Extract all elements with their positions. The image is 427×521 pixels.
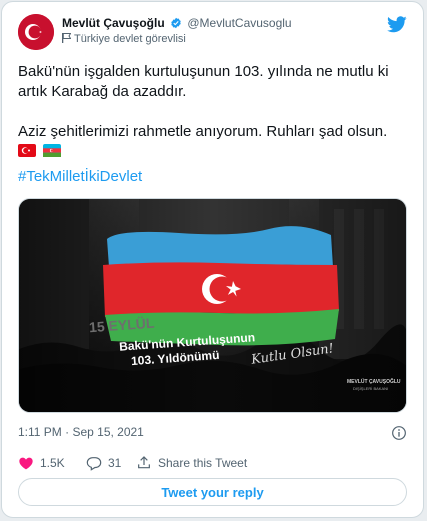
turkey-flag-avatar-icon [18,14,54,50]
media-signature-title: DIŞİŞLERİ BAKANI [353,386,389,391]
tweet-paragraph-1: Bakü'nün işgalden kurtuluşunun 103. yılı… [18,63,389,100]
tweet-image[interactable]: 15 EYLÜL Bakü'nün Kurtuluşunun 103. Yıld… [18,198,407,413]
like-action[interactable]: 1.5K [18,455,65,471]
share-label: Share this Tweet [158,456,248,470]
share-action[interactable]: Share this Tweet [136,455,247,471]
government-label: Türkiye devlet görevlisi [62,33,186,45]
tweet-your-reply-button[interactable]: Tweet your reply [18,478,407,506]
avatar[interactable] [18,14,54,50]
like-count: 1.5K [40,456,65,470]
government-label-text: Türkiye devlet görevlisi [74,33,186,45]
author-name[interactable]: Mevlüt Çavuşoğlu [62,16,165,30]
azerbaijan-flag-emoji-icon [43,144,62,157]
author-row: Mevlüt Çavuşoğlu @MevlutCavusoglu [62,16,292,30]
hashtag-link[interactable]: #TekMilletİkiDevlet [18,168,142,185]
tweet-text: Bakü'nün işgalden kurtuluşunun 103. yılı… [18,62,407,159]
flag-icon [62,33,71,43]
info-icon[interactable] [391,425,407,441]
media-signature-name: MEVLÜT ÇAVUŞOĞLU [347,379,401,385]
heart-icon [19,457,33,470]
author-handle[interactable]: @MevlutCavusoglu [187,16,291,30]
turkey-flag-emoji-icon [18,144,36,157]
flag-emojis [18,144,407,159]
tweet-card: Mevlüt Çavuşoğlu @MevlutCavusoglu Türkiy… [1,1,424,518]
tweet-paragraph-2: Aziz şehitlerimizi rahmetle anıyorum. Ru… [18,123,388,140]
share-icon [138,456,150,469]
tweet-actions: 1.5K 31 Share this Tweet [18,455,407,473]
tweet-header: Mevlüt Çavuşoğlu @MevlutCavusoglu Türkiy… [18,14,407,50]
tweet-timestamp[interactable]: 1:11 PM · Sep 15, 2021 [18,425,144,439]
twitter-bird-icon[interactable] [387,16,407,33]
reply-count: 31 [108,456,122,470]
tweet-meta: 1:11 PM · Sep 15, 2021 [18,425,407,441]
reply-action[interactable]: 31 [86,455,121,471]
reply-bubble-icon [86,457,102,471]
verified-badge-icon [171,17,181,29]
